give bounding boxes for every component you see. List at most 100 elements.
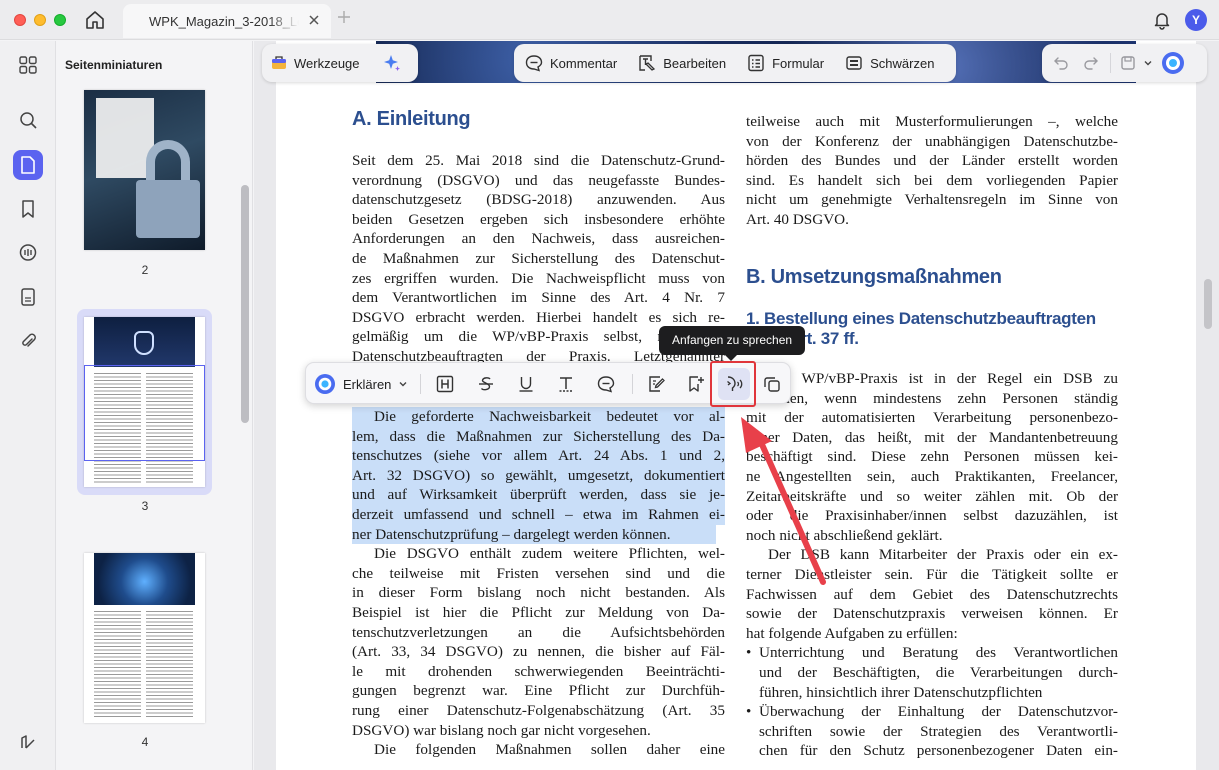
bookmark-icon[interactable] [13,194,43,224]
text-line: tenschutzverletzungen an die Aufsichtsbe… [352,623,725,641]
text-line: ne Angestellten sein, auch Praktikanten,… [746,467,1118,485]
text-line: noch nicht abschließend geklärt. [746,526,943,544]
speak-button-highlight [710,361,756,407]
panel-title: Seitenminiaturen [65,58,163,72]
save-button[interactable] [1115,48,1157,78]
redo-button[interactable] [1076,48,1106,78]
explain-button[interactable]: Erklären [314,370,408,398]
home-icon[interactable] [84,9,106,31]
document-tab-title: WPK_Magazin_3-2018_Le [149,14,299,29]
selected-text-line[interactable]: derzeit umfassend und schnell – etwa im … [352,504,725,525]
paperclip-icon[interactable] [13,326,43,356]
comment-icon [597,376,615,393]
copy-button[interactable] [758,370,786,398]
add-comment-button[interactable] [592,370,620,398]
thumbnail-page-number: 3 [141,499,149,513]
user-avatar[interactable]: Y [1185,9,1207,31]
thumbnail-scrollbar-knob[interactable] [241,185,249,423]
text-box-button[interactable] [552,370,580,398]
form-button[interactable]: Formular [738,48,832,78]
bullet-line: chen für den Schutz personenbezogener Da… [759,742,1118,760]
text-line: beiden Gesetzen ergeben sich insbesonder… [352,210,725,228]
undo-button[interactable] [1046,48,1076,78]
text-line: Beispiel ist hier die Pflicht zur Meldun… [352,603,725,621]
thumbnail-page-4[interactable] [84,553,205,723]
text-line: rung einer Datenschutz-Folgenabschätzung… [352,701,725,719]
thumbnail-page-number: 4 [141,735,149,749]
page-icon[interactable] [13,150,43,180]
selected-text-line[interactable]: und auf Wirksamkeit überprüft werden, da… [352,485,725,505]
ai-assistant-button[interactable] [1157,48,1189,78]
bullet-line: führen, hinsichtlich ihrer Datenschutzpf… [759,683,1043,701]
redo-icon [1084,57,1098,70]
text-line: sind. Es handelt sich bei dem vorliegend… [746,171,1118,189]
edit-note-button[interactable] [642,370,670,398]
toolbar-divider [420,374,421,394]
attachment-doc-icon[interactable] [13,282,43,312]
text-line: zes ergriffen wurden. Die Nachweispflich… [352,269,725,287]
zoom-window-button[interactable] [54,14,66,26]
bookmark-add-icon [689,376,704,392]
text-line: hat folgende Aufgaben zu erfüllen: [746,624,958,642]
ai-chat-icon[interactable] [13,238,43,268]
text-line: hörden des Bundes und der Länder erstell… [746,152,1118,170]
strikethrough-icon [479,377,493,391]
note-edit-icon [649,376,665,392]
selected-text-block[interactable]: Die geforderte Nachweisbarkeit bedeutet … [352,407,725,760]
redact-button[interactable]: Schwärzen [836,48,942,78]
copy-icon [764,377,780,392]
text-line: Zeitarbeitskräfte und so weiter zählen m… [746,487,1118,505]
thumbnails-icon[interactable] [13,50,43,80]
text-line: Der DSB kann Mitarbeiter der Praxis oder… [768,546,1118,564]
close-window-button[interactable] [14,14,26,26]
edit-button[interactable]: Bearbeiten [629,48,734,78]
text-line: oder die Praxisinhaber/innen selbst dazu… [746,507,1118,525]
selected-text-line[interactable]: Art. 32 DSGVO) so gewählt, umgesetzt, do… [352,465,725,486]
text-line: sowie der Datenschutzpraxis verweisen kö… [746,605,1118,623]
document-scrollbar-knob[interactable] [1204,279,1212,329]
save-icon [1121,56,1135,70]
document-tab[interactable]: WPK_Magazin_3-2018_Le [123,4,331,38]
thumbnail-scrollbar[interactable] [241,85,249,765]
text-line: che teilweise mit Fristen versehen sind … [352,564,725,582]
add-bookmark-button[interactable] [682,370,710,398]
new-tab-icon[interactable] [337,10,351,24]
heading-b: B. Umsetzungsmaßnahmen [746,266,1002,288]
tooltip: Anfangen zu sprechen [659,326,805,361]
tools-button[interactable]: Werkzeuge [262,48,368,78]
chevron-down-icon [1144,61,1152,66]
highlight-button[interactable] [431,370,459,398]
strikethrough-button[interactable] [472,370,500,398]
selected-text-line[interactable]: Die geforderte Nachweisbarkeit bedeutet … [352,407,725,427]
text-line: Der WP/vBP-Praxis ist in der Regel ein D… [768,370,1118,387]
highlight-icon [436,375,454,393]
selected-text-line[interactable]: tenschutzes (siehe vor allem Art. 24 Abs… [352,446,725,466]
minimize-window-button[interactable] [34,14,46,26]
thumbnail-page-2[interactable] [84,90,205,250]
title-bar: WPK_Magazin_3-2018_Le Y [0,0,1219,40]
text-line: in dieser Form bislang noch nicht bestan… [352,584,725,602]
document-scrollbar[interactable] [1204,81,1212,331]
chevron-down-icon [399,382,407,387]
text-line: de Maßnahmen zur Sicherstellung des Date… [352,249,725,267]
comment-button[interactable]: Kommentar [516,48,625,78]
selected-text-line[interactable]: ner Datenschutzprüfung – dargelegt werde… [352,524,716,545]
tab-close-icon[interactable] [307,13,321,27]
ai-sparkle-button[interactable] [374,48,410,78]
selected-text-line[interactable]: lem, dass die Maßnahmen zur Sicherstellu… [352,426,725,447]
sidebar-toggle-icon[interactable] [13,727,43,757]
search-icon[interactable] [13,105,43,135]
text-line: (Art. 33, 34 DSGVO) zu nennen, die bishe… [352,643,725,661]
text-line: von der Konferenz der unabhängigen Daten… [746,132,1118,150]
text-line: nicht um genehmigte Verhaltensregeln im … [746,191,1118,209]
text-line: beschäftigt sind. Diese zehn Personen mü… [746,448,1118,466]
ai-assistant-icon [1162,52,1184,74]
notification-bell-icon[interactable] [1152,10,1172,30]
text-line: benennen, wenn mindestens zehn Personen … [746,389,1118,407]
toolbar-divider [632,374,633,394]
underline-button[interactable] [512,370,540,398]
right-column-top: teilweise auch mit Musterformulierungen … [746,112,1118,230]
ai-assistant-icon [315,374,335,394]
thumbnail-page-3[interactable] [84,317,205,487]
text-line: DSGVO) war bislang noch gar nicht vorges… [352,721,651,739]
